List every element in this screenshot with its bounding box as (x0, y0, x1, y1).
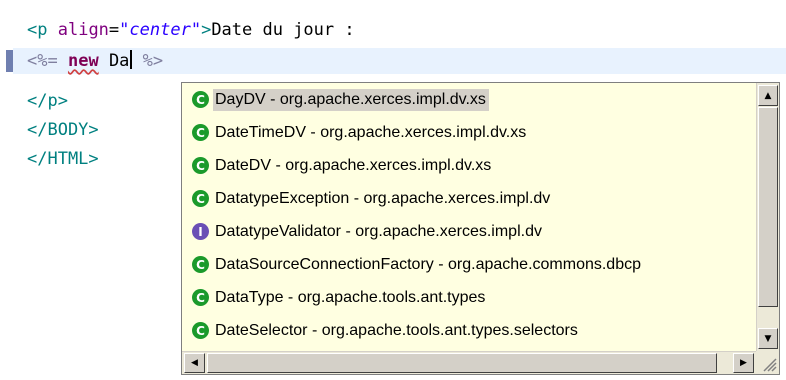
class-icon: C (192, 256, 209, 273)
autocomplete-list[interactable]: C DayDV - org.apache.xerces.impl.dv.xs C Da… (182, 83, 756, 351)
tag-close: > (201, 20, 212, 40)
interface-icon: I (192, 223, 209, 240)
code-line-1: <p align="center">Date du jour : (27, 17, 355, 43)
typed-text: Da (108, 51, 130, 71)
text-caret (130, 50, 133, 69)
completion-item[interactable]: I DatatypeValidator - org.apache.xerces.i… (182, 215, 756, 248)
attr-value: "center" (119, 20, 202, 40)
completion-item-label: DateDV - org.apache.xerces.impl.dv.xs (215, 156, 492, 174)
completion-item[interactable]: C DatatypeException - org.apache.xerces.i… (182, 182, 756, 215)
vertical-scrollbar[interactable]: ▲ ▼ (756, 83, 779, 351)
class-icon: C (192, 157, 209, 174)
completion-item-label: DayDV - org.apache.xerces.impl.dv.xs (213, 88, 489, 111)
line-text: Date du jour : (211, 20, 355, 40)
jsp-open: <%= (27, 51, 58, 71)
jsp-close: %> (142, 51, 164, 71)
completion-item-label: DatatypeException - org.apache.xerces.im… (215, 189, 551, 207)
current-line-marker (6, 50, 13, 72)
scroll-up-button[interactable]: ▲ (758, 85, 778, 106)
attr-equals: = (108, 20, 120, 40)
scroll-left-button[interactable]: ◀ (184, 353, 205, 373)
autocomplete-popup[interactable]: C DayDV - org.apache.xerces.impl.dv.xs C Da… (181, 82, 780, 375)
scroll-right-button[interactable]: ▶ (733, 353, 754, 373)
code-line-3: </p> (27, 91, 68, 111)
completion-item[interactable]: C DateSelector - org.apache.tools.ant.typ… (182, 314, 756, 347)
horizontal-scrollbar[interactable]: ◀ ▶ (182, 351, 756, 374)
completion-item[interactable]: C DataType - org.apache.tools.ant.types (182, 281, 756, 314)
completion-item[interactable]: C DayDV - org.apache.xerces.impl.dv.xs (182, 83, 756, 116)
completion-item-label: DatatypeValidator - org.apache.xerces.im… (215, 222, 542, 240)
code-line-2[interactable]: <%= new Da %> (13, 48, 786, 74)
class-icon: C (192, 289, 209, 306)
completion-item-label: DataSourceConnectionFactory - org.apache… (215, 255, 641, 273)
completion-item-label: DateTimeDV - org.apache.xerces.impl.dv.x… (215, 123, 527, 141)
editor-gutter (0, 0, 13, 380)
completion-item-label: DateSelector - org.apache.tools.ant.type… (215, 321, 578, 339)
code-line-5: </HTML> (27, 149, 99, 169)
class-icon: C (192, 322, 209, 339)
completion-item-label: DataType - org.apache.tools.ant.types (215, 288, 486, 306)
horizontal-scroll-thumb[interactable] (207, 353, 717, 373)
tag-open: <p (27, 20, 48, 40)
class-icon: C (192, 190, 209, 207)
completion-item[interactable]: C DataSourceConnectionFactory - org.apach… (182, 248, 756, 281)
resize-grip-icon[interactable] (756, 351, 779, 374)
vertical-scroll-thumb[interactable] (758, 107, 778, 307)
class-icon: C (192, 91, 209, 108)
keyword-new: new (67, 51, 99, 71)
code-line-4: </BODY> (27, 120, 99, 140)
class-icon: C (192, 124, 209, 141)
scroll-down-button[interactable]: ▼ (758, 328, 778, 349)
completion-item[interactable]: C DateDV - org.apache.xerces.impl.dv.xs (182, 149, 756, 182)
attr-name: align (57, 20, 109, 40)
completion-item[interactable]: C DateTimeDV - org.apache.xerces.impl.dv.… (182, 116, 756, 149)
